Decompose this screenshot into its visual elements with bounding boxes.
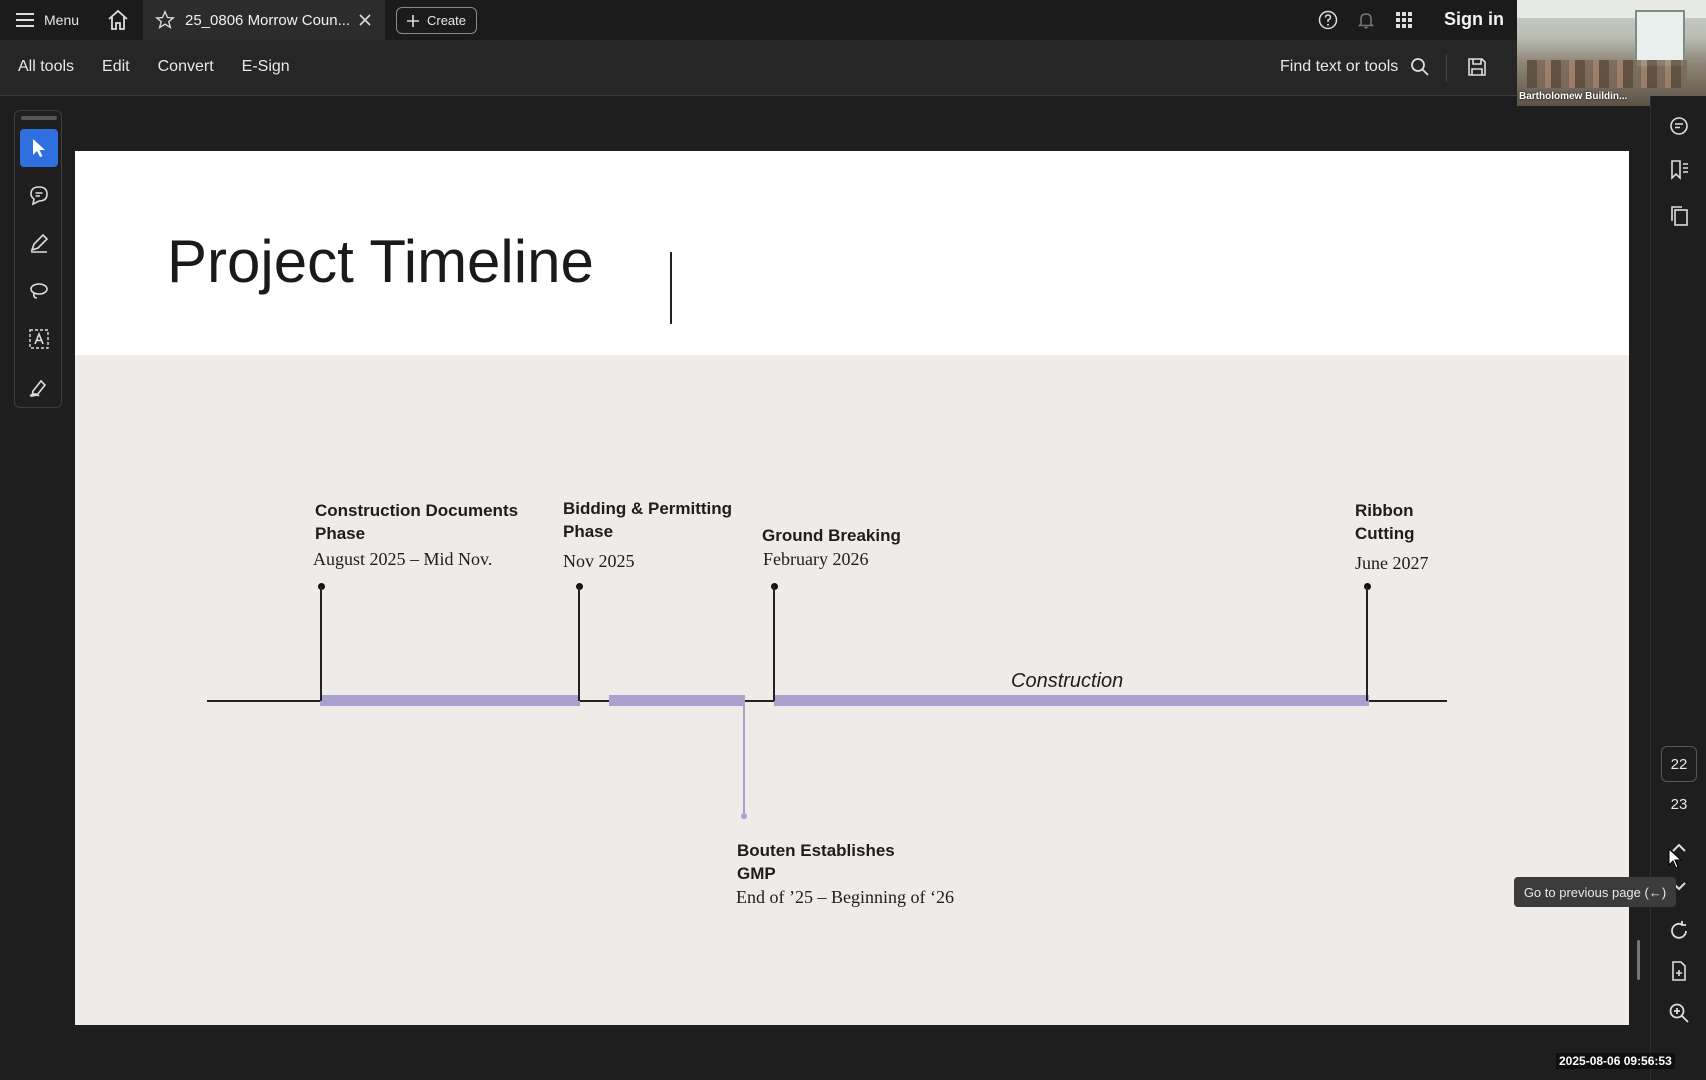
construction-bar-label: Construction xyxy=(1011,670,1124,692)
milestone-title: Bouten Establishes GMP xyxy=(737,839,895,885)
select-tool[interactable] xyxy=(20,129,58,167)
milestone-title-line: Construction Documents xyxy=(315,501,519,520)
page-number-current[interactable]: 22 xyxy=(1661,746,1697,782)
menu-button[interactable]: Menu xyxy=(16,8,79,32)
milestone-date: End of ’25 – Beginning of ‘26 xyxy=(736,887,954,907)
milestone-title-line: GMP xyxy=(737,864,776,883)
previous-page-tooltip: Go to previous page (←) xyxy=(1514,877,1676,907)
milestone-stem xyxy=(578,586,580,701)
milestone-title-line: Ground Breaking xyxy=(762,526,901,545)
bookmark-icon[interactable] xyxy=(1667,158,1691,182)
top-bar: Menu 25_0806 Morrow Coun... Create Sign … xyxy=(0,0,1706,40)
scrollbar-thumb[interactable] xyxy=(1637,940,1640,980)
milestone-title-line: Cutting xyxy=(1355,524,1415,543)
refresh-icon[interactable] xyxy=(1667,919,1691,943)
milestone-stem xyxy=(773,586,775,701)
home-icon[interactable] xyxy=(106,8,130,32)
bell-icon[interactable] xyxy=(1356,10,1376,30)
comment-icon xyxy=(30,186,48,206)
find-tools-search[interactable]: Find text or tools xyxy=(1280,57,1430,77)
apps-grid-icon[interactable] xyxy=(1394,10,1414,30)
milestone-title-line: Phase xyxy=(563,522,614,541)
cursor-arrow-icon xyxy=(33,139,45,157)
milestone-title: Ground Breaking xyxy=(762,524,901,547)
milestone-title: Bidding & Permitting Phase xyxy=(563,497,732,543)
right-rail: 22 23 xyxy=(1650,96,1706,1080)
tools-bar: All tools Edit Convert E-Sign Find text … xyxy=(0,40,1706,96)
video-call-thumbnail[interactable]: Bartholomew Buildin... xyxy=(1517,0,1706,106)
draw-tool[interactable] xyxy=(20,272,58,310)
text-box-icon xyxy=(29,329,49,349)
slide-title: Project Timeline xyxy=(167,228,594,295)
close-icon[interactable] xyxy=(357,12,373,28)
hamburger-icon xyxy=(16,13,34,27)
convert-menu[interactable]: Convert xyxy=(158,58,214,76)
slide-header: Project Timeline xyxy=(75,151,1629,355)
milestone-dot xyxy=(741,813,747,819)
mouse-pointer-icon xyxy=(1668,848,1683,869)
phase-bar-bidding xyxy=(609,695,745,706)
pen-highlight-icon xyxy=(30,233,49,253)
find-label: Find text or tools xyxy=(1280,58,1399,75)
toolbar-divider xyxy=(1446,54,1447,82)
menu-label: Menu xyxy=(44,12,80,28)
pages-thumbnails-icon[interactable] xyxy=(1667,204,1691,228)
milestone-title-line: Ribbon xyxy=(1355,501,1414,520)
comments-panel-icon[interactable] xyxy=(1667,114,1691,138)
document-export-icon[interactable] xyxy=(1667,959,1691,983)
tab-title: 25_0806 Morrow Coun... xyxy=(185,11,351,29)
zoom-in-icon[interactable] xyxy=(1667,1001,1691,1025)
phase-bar-construction-documents xyxy=(320,695,580,706)
edit-menu[interactable]: Edit xyxy=(102,58,130,76)
milestone-title: Ribbon Cutting xyxy=(1355,499,1414,545)
create-button[interactable]: Create xyxy=(396,7,477,34)
milestone-title-line: Bidding & Permitting xyxy=(563,499,733,518)
milestone-title-line: Phase xyxy=(315,524,366,543)
all-tools-menu[interactable]: All tools xyxy=(18,58,74,76)
milestone-stem xyxy=(1366,586,1368,701)
lasso-icon xyxy=(30,283,48,299)
milestone-title: Construction Documents Phase xyxy=(315,499,518,545)
phase-bar-construction xyxy=(774,695,1369,706)
milestone-date: August 2025 – Mid Nov. xyxy=(313,549,493,569)
sign-tool[interactable] xyxy=(20,368,58,406)
rail-grip[interactable] xyxy=(21,116,57,120)
left-tool-rail xyxy=(14,110,62,408)
save-icon[interactable] xyxy=(1466,56,1488,78)
highlight-tool[interactable] xyxy=(20,224,58,262)
video-caption: Bartholomew Buildin... xyxy=(1519,91,1628,102)
document-tab[interactable]: 25_0806 Morrow Coun... xyxy=(143,0,385,40)
comment-tool[interactable] xyxy=(20,176,58,214)
milestone-stem xyxy=(743,702,745,816)
help-icon[interactable] xyxy=(1318,10,1338,30)
milestone-date: February 2026 xyxy=(763,549,869,569)
milestone-stem xyxy=(320,586,322,701)
star-icon[interactable] xyxy=(155,10,175,30)
sign-in-button[interactable]: Sign in xyxy=(1444,9,1504,30)
recording-timestamp: 2025-08-06 09:56:53 xyxy=(1556,1053,1675,1069)
signature-pen-icon xyxy=(29,379,47,398)
milestone-title-line: Bouten Establishes xyxy=(737,841,895,860)
milestone-date: Nov 2025 xyxy=(563,551,635,571)
text-caret xyxy=(670,252,672,324)
create-label: Create xyxy=(426,13,467,28)
document-page: Project Timeline Construction Constructi… xyxy=(75,151,1629,1025)
plus-icon xyxy=(406,14,419,27)
esign-menu[interactable]: E-Sign xyxy=(242,58,290,76)
text-tool[interactable] xyxy=(20,320,58,358)
video-participants xyxy=(1527,60,1687,88)
search-icon xyxy=(1411,58,1429,76)
page-number-next[interactable]: 23 xyxy=(1661,786,1697,822)
milestone-date: June 2027 xyxy=(1355,553,1429,573)
